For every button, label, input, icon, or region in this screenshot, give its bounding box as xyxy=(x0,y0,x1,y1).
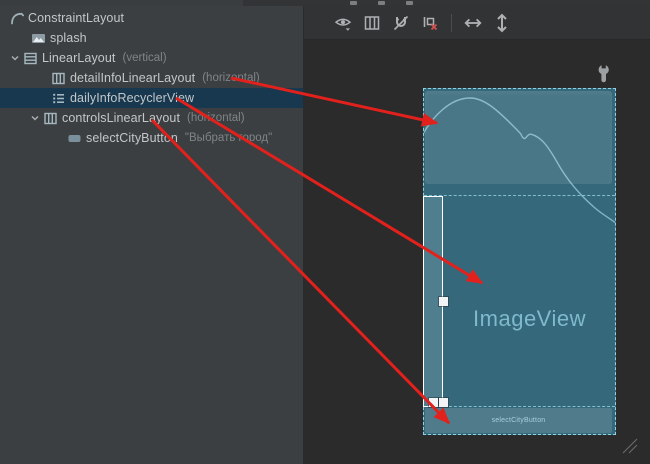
cropped-toolbar-icon xyxy=(350,1,357,5)
expand-vertical-icon[interactable] xyxy=(492,12,512,34)
tree-item-label: LinearLayout xyxy=(42,51,115,65)
cropped-toolbar-icon xyxy=(406,1,413,5)
expand-horizontal-icon[interactable] xyxy=(463,12,483,34)
design-toolbar xyxy=(304,6,650,40)
image-view-component[interactable]: ImageView xyxy=(444,196,615,407)
button-icon xyxy=(66,130,82,146)
toolbar-separator xyxy=(451,14,452,32)
tree-item-label: detailInfoLinearLayout xyxy=(70,71,195,85)
resize-handle[interactable] xyxy=(439,398,448,407)
resize-handle[interactable] xyxy=(429,398,438,407)
tree-item-label: dailyInfoRecyclerView xyxy=(70,91,194,105)
tree-item-label: controlsLinearLayout xyxy=(62,111,180,125)
tree-item-splash[interactable]: splash xyxy=(0,28,303,48)
tree-item-selectcitybutton[interactable]: selectCityButton "Выбрать город" xyxy=(0,128,303,148)
tree-item-label: splash xyxy=(50,31,87,45)
tree-item-annotation: "Выбрать город" xyxy=(185,132,272,144)
view-mode-icon[interactable] xyxy=(362,12,382,34)
detail-info-section[interactable] xyxy=(425,91,612,184)
clear-constraints-icon[interactable] xyxy=(420,12,440,34)
image-icon xyxy=(30,30,46,46)
wrench-icon[interactable] xyxy=(597,64,611,83)
linear-layout-vertical-icon xyxy=(22,50,38,66)
view-options-icon[interactable] xyxy=(333,12,353,34)
controls-section[interactable]: selectCityButton xyxy=(425,408,612,433)
chevron-down-icon[interactable] xyxy=(8,51,22,65)
autoconnect-disabled-icon[interactable] xyxy=(391,12,411,34)
component-tree-panel: ConstraintLayout splash LinearLayout (ve… xyxy=(0,6,303,464)
android-studio-layout-editor: ConstraintLayout splash LinearLayout (ve… xyxy=(0,0,650,464)
select-city-button-label: selectCityButton xyxy=(492,417,546,424)
tree-item-annotation: (horizontal) xyxy=(202,72,260,84)
constraint-layout-icon xyxy=(8,10,24,26)
recycler-view-icon xyxy=(50,90,66,106)
tree-item-detailinfolinearlayout[interactable]: detailInfoLinearLayout (horizontal) xyxy=(0,68,303,88)
linear-layout-horizontal-icon xyxy=(50,70,66,86)
device-preview[interactable]: ImageView selectCityButton xyxy=(423,88,616,435)
image-view-label: ImageView xyxy=(444,306,615,332)
tree-item-controlslinearlayout[interactable]: controlsLinearLayout (horizontal) xyxy=(0,108,303,128)
tree-item-label: ConstraintLayout xyxy=(28,11,124,25)
cropped-toolbar-icon xyxy=(378,1,385,5)
chevron-down-icon[interactable] xyxy=(28,111,42,125)
linear-layout-horizontal-icon xyxy=(42,110,58,126)
tree-item-annotation: (horizontal) xyxy=(187,112,245,124)
tree-item-constraintlayout[interactable]: ConstraintLayout xyxy=(0,8,303,28)
resize-grip-icon[interactable] xyxy=(616,432,642,458)
tree-item-label: selectCityButton xyxy=(86,131,178,145)
tree-item-dailyinforecyclerview[interactable]: dailyInfoRecyclerView xyxy=(0,88,303,108)
tree-item-linearlayout[interactable]: LinearLayout (vertical) xyxy=(0,48,303,68)
tree-item-annotation: (vertical) xyxy=(122,52,166,64)
resize-handle[interactable] xyxy=(439,297,448,306)
